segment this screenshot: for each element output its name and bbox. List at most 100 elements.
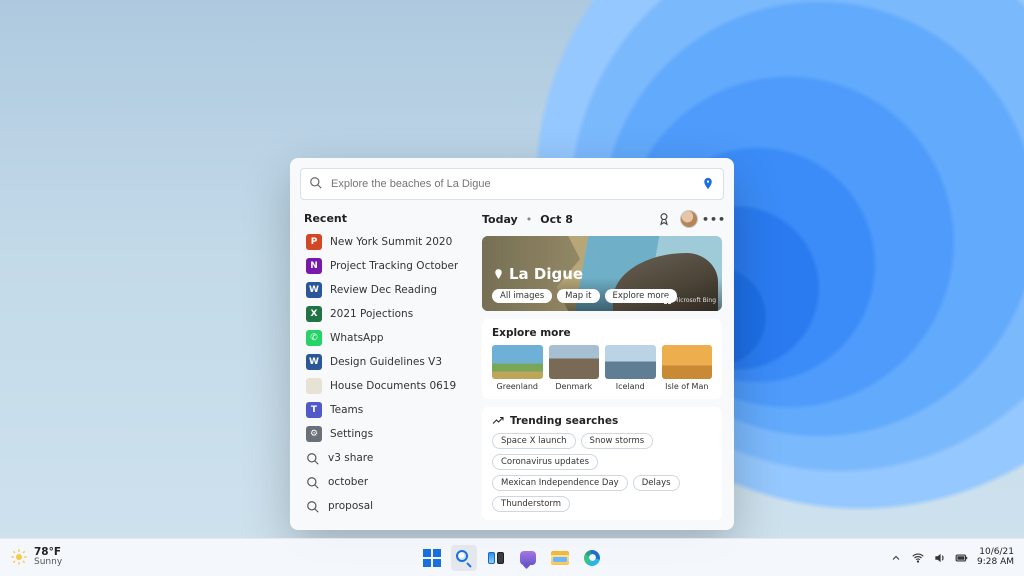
recent-heading: Recent (304, 212, 472, 225)
teams-icon: T (306, 402, 322, 418)
explore-heading: Explore more (492, 327, 712, 339)
search-icon (306, 475, 320, 489)
clock-time: 9:28 AM (977, 558, 1014, 567)
trending-icon (492, 415, 504, 427)
thumb-image (662, 345, 713, 379)
recent-item[interactable]: N Project Tracking October (302, 255, 472, 277)
explore-thumb[interactable]: Iceland (605, 345, 656, 391)
task-view-icon (488, 552, 504, 564)
recent-item[interactable]: october (302, 471, 472, 493)
word-icon: W (306, 282, 322, 298)
recent-item[interactable]: W Design Guidelines V3 (302, 351, 472, 373)
explore-thumb[interactable]: Greenland (492, 345, 543, 391)
clock[interactable]: 10/6/21 9:28 AM (977, 548, 1014, 567)
windows-logo-icon (423, 549, 441, 567)
today-date: Oct 8 (540, 213, 573, 226)
onenote-icon: N (306, 258, 322, 274)
recent-item[interactable]: House Documents 0619 (302, 375, 472, 397)
file-explorer-button[interactable] (547, 545, 573, 571)
search-flyout: Recent P New York Summit 2020 N Project Tra… (290, 158, 734, 530)
search-box[interactable] (300, 168, 724, 200)
thumb-label: Isle of Man (665, 382, 708, 391)
rewards-icon[interactable] (656, 211, 672, 227)
trending-card: Trending searches Space X launch Snow sto… (482, 407, 722, 520)
tray-chevron-icon[interactable] (889, 551, 903, 565)
trending-heading: Trending searches (510, 415, 618, 427)
hero-card[interactable]: La Digue All imagesMap itExplore more Mi… (482, 236, 722, 311)
trending-chip[interactable]: Thunderstorm (492, 496, 570, 512)
chat-button[interactable] (515, 545, 541, 571)
today-label: Today (482, 213, 518, 226)
search-icon (306, 499, 320, 513)
task-view-button[interactable] (483, 545, 509, 571)
recent-item-label: proposal (328, 500, 373, 512)
word-icon: W (306, 354, 322, 370)
thumb-image (605, 345, 656, 379)
edge-button[interactable] (579, 545, 605, 571)
recent-item-label: Design Guidelines V3 (330, 356, 442, 368)
doc-icon (306, 378, 322, 394)
trending-chip[interactable]: Space X launch (492, 433, 576, 449)
volume-icon[interactable] (933, 551, 947, 565)
recent-item-label: Teams (330, 404, 363, 416)
edge-icon (584, 550, 600, 566)
recent-item-label: New York Summit 2020 (330, 236, 452, 248)
wifi-icon[interactable] (911, 551, 925, 565)
location-pin-icon[interactable] (701, 177, 715, 191)
explore-card: Explore more Greenland Denmark Iceland Isle… (482, 319, 722, 399)
recent-item[interactable]: T Teams (302, 399, 472, 421)
recent-column: Recent P New York Summit 2020 N Project Tra… (302, 210, 472, 520)
recent-item[interactable]: W Review Dec Reading (302, 279, 472, 301)
recent-item-label: WhatsApp (330, 332, 384, 344)
explore-thumb[interactable]: Denmark (549, 345, 600, 391)
whatsapp-icon: ✆ (306, 330, 322, 346)
thumb-label: Iceland (616, 382, 645, 391)
thumb-image (549, 345, 600, 379)
recent-item[interactable]: proposal (302, 495, 472, 517)
location-pin-icon (492, 268, 505, 281)
thumb-label: Denmark (555, 382, 592, 391)
recent-item-label: october (328, 476, 368, 488)
search-icon (306, 451, 320, 465)
folder-icon (551, 551, 569, 565)
thumb-label: Greenland (497, 382, 539, 391)
recent-item[interactable]: v3 share (302, 447, 472, 469)
trending-chip[interactable]: Delays (633, 475, 680, 491)
recent-item-label: House Documents 0619 (330, 380, 456, 392)
hero-pill[interactable]: Map it (557, 289, 599, 303)
hero-title: La Digue (509, 265, 583, 283)
weather-widget[interactable]: 78°F Sunny (0, 547, 62, 567)
explore-thumb[interactable]: Isle of Man (662, 345, 713, 391)
search-button[interactable] (451, 545, 477, 571)
taskbar: 78°F Sunny 10/6/21 9:28 AM (0, 538, 1024, 576)
recent-item[interactable]: ⚙ Settings (302, 423, 472, 445)
trending-chip[interactable]: Mexican Independence Day (492, 475, 628, 491)
trending-chip[interactable]: Coronavirus updates (492, 454, 598, 470)
chat-icon (520, 551, 536, 565)
user-avatar[interactable] (680, 210, 698, 228)
bing-brand: Microsoft Bing (664, 297, 716, 305)
recent-item-label: Review Dec Reading (330, 284, 437, 296)
excel-icon: X (306, 306, 322, 322)
recent-item[interactable]: X 2021 Pojections (302, 303, 472, 325)
powerpoint-icon: P (306, 234, 322, 250)
search-input[interactable] (331, 178, 693, 190)
settings-icon: ⚙ (306, 426, 322, 442)
more-icon[interactable]: ••• (706, 211, 722, 227)
weather-condition: Sunny (34, 558, 62, 567)
recent-item-label: v3 share (328, 452, 373, 464)
start-button[interactable] (419, 545, 445, 571)
recent-item-label: 2021 Pojections (330, 308, 413, 320)
trending-chip[interactable]: Snow storms (581, 433, 654, 449)
discover-column: Today • Oct 8 ••• La Digue All imagesMap… (482, 210, 722, 520)
hero-pill[interactable]: All images (492, 289, 552, 303)
sun-icon (10, 548, 28, 566)
search-icon (454, 548, 474, 568)
recent-item-label: Settings (330, 428, 373, 440)
recent-item[interactable]: ✆ WhatsApp (302, 327, 472, 349)
battery-icon[interactable] (955, 551, 969, 565)
search-icon (309, 175, 323, 194)
thumb-image (492, 345, 543, 379)
recent-item-label: Project Tracking October (330, 260, 458, 272)
recent-item[interactable]: P New York Summit 2020 (302, 231, 472, 253)
